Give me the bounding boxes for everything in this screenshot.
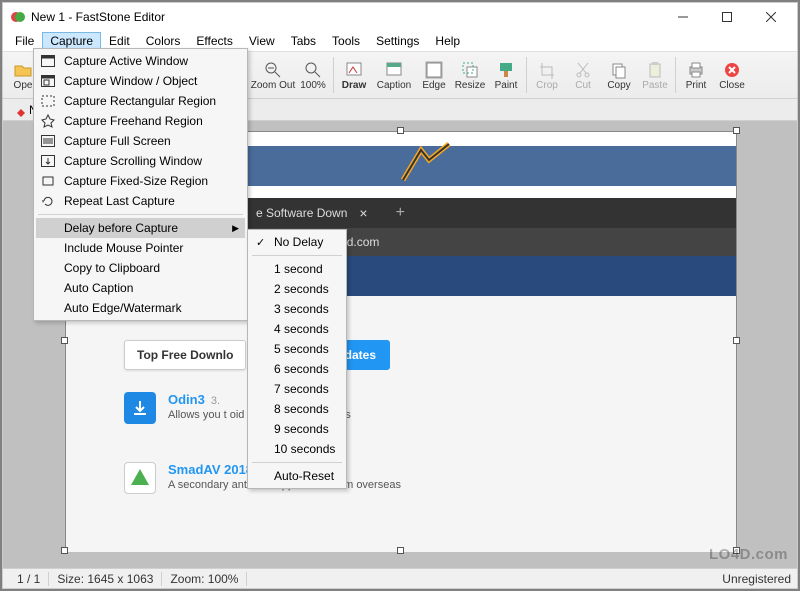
- print-icon: [686, 60, 706, 80]
- close-button[interactable]: Close: [714, 53, 750, 97]
- resize-handle[interactable]: [61, 337, 68, 344]
- copy-button[interactable]: Copy: [601, 53, 637, 97]
- menu-capture-fixed-size[interactable]: Capture Fixed-Size Region: [36, 171, 245, 191]
- statusbar: 1 / 1 Size: 1645 x 1063 Zoom: 100% Unreg…: [3, 568, 797, 588]
- top-free-downloads-button: Top Free Downlo: [124, 340, 246, 370]
- caption-button[interactable]: Caption: [372, 53, 416, 97]
- rect-region-icon: [40, 93, 56, 109]
- menu-auto-reset[interactable]: Auto-Reset: [250, 466, 344, 486]
- caption-icon: [384, 60, 404, 80]
- menu-no-delay[interactable]: ✓No Delay: [250, 232, 344, 252]
- menu-delay-10s[interactable]: 10 seconds: [250, 439, 344, 459]
- app-name: Odin3: [168, 392, 205, 407]
- cut-icon: [573, 60, 593, 80]
- menu-delay-9s[interactable]: 9 seconds: [250, 419, 344, 439]
- menu-delay-2s[interactable]: 2 seconds: [250, 279, 344, 299]
- scroll-window-icon: [40, 153, 56, 169]
- menu-delay-8s[interactable]: 8 seconds: [250, 399, 344, 419]
- capture-menu: Capture Active Window Capture Window / O…: [33, 48, 248, 321]
- fullscreen-icon: [40, 133, 56, 149]
- window-object-icon: [40, 73, 56, 89]
- repeat-icon: [40, 193, 56, 209]
- menu-auto-edge[interactable]: Auto Edge/Watermark: [36, 298, 245, 318]
- status-page: 1 / 1: [9, 572, 49, 586]
- edge-button[interactable]: Edge: [416, 53, 452, 97]
- menu-copy-clipboard[interactable]: Copy to Clipboard: [36, 258, 245, 278]
- paint-icon: [496, 60, 516, 80]
- menu-delay-before-capture[interactable]: Delay before Capture▶: [36, 218, 245, 238]
- status-unregistered: Unregistered: [722, 572, 791, 586]
- print-button[interactable]: Print: [678, 53, 714, 97]
- close-window-button[interactable]: [749, 3, 793, 31]
- app-name: SmadAV 2018: [168, 462, 253, 477]
- paint-button[interactable]: Paint: [488, 53, 524, 97]
- maximize-button[interactable]: [705, 3, 749, 31]
- menu-capture-active-window[interactable]: Capture Active Window: [36, 51, 245, 71]
- smadav-icon: [124, 462, 156, 494]
- submenu-arrow-icon: ▶: [232, 223, 239, 234]
- menu-include-mouse[interactable]: Include Mouse Pointer: [36, 238, 245, 258]
- paste-icon: [645, 60, 665, 80]
- menu-capture-window-object[interactable]: Capture Window / Object: [36, 71, 245, 91]
- close-doc-icon: [722, 60, 742, 80]
- status-zoom: Zoom: 100%: [162, 572, 247, 586]
- menu-capture-scrolling[interactable]: Capture Scrolling Window: [36, 151, 245, 171]
- menu-delay-5s[interactable]: 5 seconds: [250, 339, 344, 359]
- resize-icon: [460, 60, 480, 80]
- paste-button[interactable]: Paste: [637, 53, 673, 97]
- menu-settings[interactable]: Settings: [368, 32, 427, 50]
- menu-help[interactable]: Help: [427, 32, 468, 50]
- odin3-icon: [124, 392, 156, 424]
- resize-button[interactable]: Resize: [452, 53, 488, 97]
- zoompct-button[interactable]: 100%: [295, 53, 331, 97]
- menu-delay-4s[interactable]: 4 seconds: [250, 319, 344, 339]
- menu-auto-caption[interactable]: Auto Caption: [36, 278, 245, 298]
- menu-capture-freehand[interactable]: Capture Freehand Region: [36, 111, 245, 131]
- menu-tools[interactable]: Tools: [324, 32, 368, 50]
- boom-icon: [401, 142, 451, 182]
- crop-button[interactable]: Crop: [529, 53, 565, 97]
- menu-delay-7s[interactable]: 7 seconds: [250, 379, 344, 399]
- window-title: New 1 - FastStone Editor: [31, 10, 661, 24]
- menu-delay-3s[interactable]: 3 seconds: [250, 299, 344, 319]
- crop-icon: [537, 60, 557, 80]
- window-icon: [40, 53, 56, 69]
- draw-button[interactable]: Draw: [336, 53, 372, 97]
- zoomout-icon: [263, 60, 283, 80]
- copy-icon: [609, 60, 629, 80]
- resize-handle[interactable]: [61, 547, 68, 554]
- watermark: LO4D.com: [709, 546, 788, 563]
- menu-delay-1s[interactable]: 1 second: [250, 259, 344, 279]
- titlebar: New 1 - FastStone Editor: [3, 3, 797, 31]
- status-size: Size: 1645 x 1063: [49, 572, 162, 586]
- resize-handle[interactable]: [397, 547, 404, 554]
- resize-handle[interactable]: [733, 337, 740, 344]
- zoomout-button[interactable]: Zoom Out: [251, 53, 295, 97]
- menu-repeat-last[interactable]: Repeat Last Capture: [36, 191, 245, 211]
- browser-tab-title: e Software Down: [256, 206, 347, 220]
- zoom-icon: [303, 60, 323, 80]
- draw-icon: [344, 60, 364, 80]
- check-icon: ✓: [256, 236, 265, 249]
- menu-capture-fullscreen[interactable]: Capture Full Screen: [36, 131, 245, 151]
- menu-capture-rect[interactable]: Capture Rectangular Region: [36, 91, 245, 111]
- open-icon: [13, 60, 33, 80]
- menu-tabs[interactable]: Tabs: [283, 32, 324, 50]
- fixed-size-icon: [40, 173, 56, 189]
- freehand-icon: [40, 113, 56, 129]
- unsaved-dot-icon: [17, 106, 25, 114]
- resize-handle[interactable]: [733, 127, 740, 134]
- edge-icon: [424, 60, 444, 80]
- tab-new-icon: +: [396, 204, 405, 222]
- minimize-button[interactable]: [661, 3, 705, 31]
- resize-handle[interactable]: [397, 127, 404, 134]
- app-version: 3.: [211, 395, 220, 407]
- delay-submenu: ✓No Delay 1 second 2 seconds 3 seconds 4…: [247, 229, 347, 489]
- tab-close-icon: ×: [359, 205, 367, 221]
- menu-delay-6s[interactable]: 6 seconds: [250, 359, 344, 379]
- cut-button[interactable]: Cut: [565, 53, 601, 97]
- app-logo-icon: [11, 10, 25, 24]
